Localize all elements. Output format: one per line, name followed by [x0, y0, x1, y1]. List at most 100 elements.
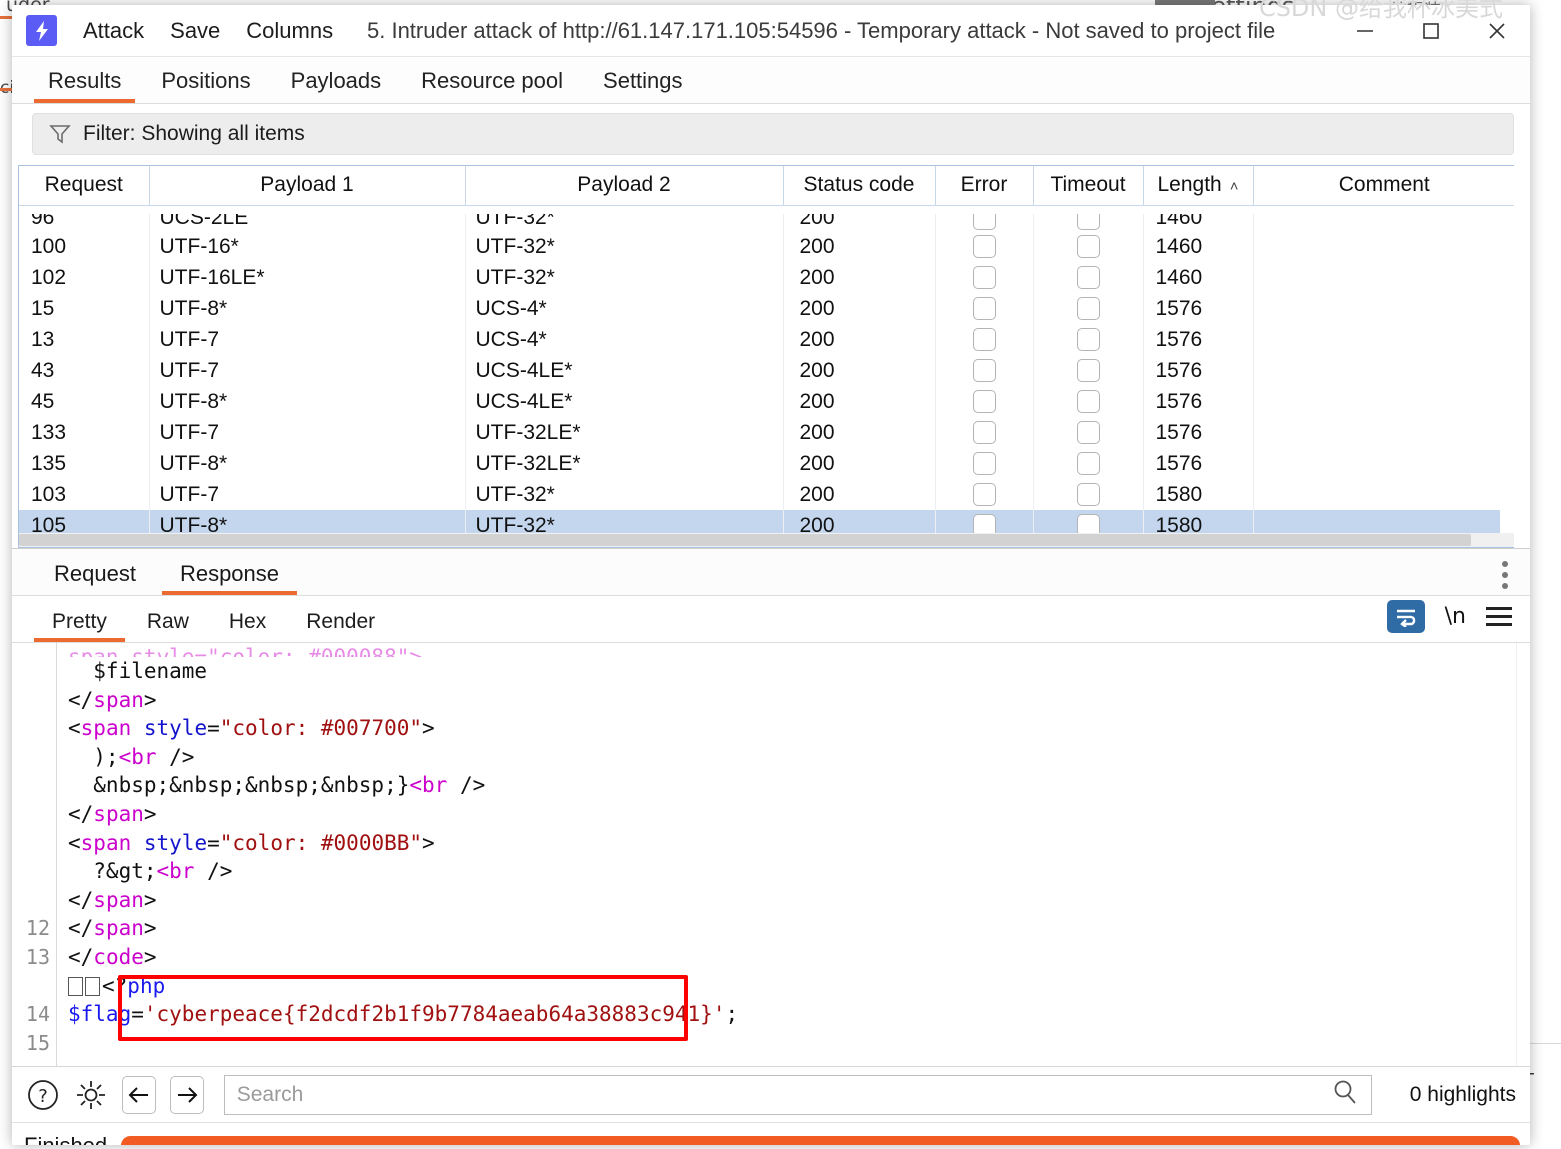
table-row[interactable]: 102 UTF-16LE* UTF-32* 200 1460 — [19, 262, 1514, 293]
cell-error[interactable] — [935, 324, 1034, 355]
tab-render[interactable]: Render — [286, 610, 395, 642]
tab-response[interactable]: Response — [158, 561, 301, 595]
col-timeout[interactable]: Timeout — [1033, 166, 1144, 206]
table-row[interactable]: 13 UTF-7 UCS-4* 200 1576 — [19, 324, 1514, 355]
cell-request: 45 — [19, 386, 150, 417]
cell-error[interactable] — [935, 355, 1034, 386]
error-checkbox[interactable] — [972, 421, 996, 445]
code-token: > — [422, 716, 435, 741]
col-comment[interactable]: Comment — [1253, 166, 1514, 206]
cell-length: 1576 — [1143, 355, 1254, 386]
cell-status-code: 200 — [783, 417, 936, 448]
line-number: 14 — [25, 1002, 50, 1027]
code-vertical-scrollbar[interactable] — [1516, 643, 1530, 1066]
error-checkbox[interactable] — [972, 297, 996, 321]
cell-error[interactable] — [935, 479, 1034, 510]
code-token: span — [93, 687, 144, 712]
cell-error[interactable] — [935, 386, 1034, 417]
menu-attack[interactable]: Attack — [83, 18, 144, 44]
table-row[interactable]: 45 UTF-8* UCS-4LE* 200 1576 — [19, 386, 1514, 417]
error-checkbox[interactable] — [972, 328, 996, 352]
cell-error[interactable] — [935, 262, 1034, 293]
arrow-right-icon[interactable] — [169, 1075, 204, 1114]
hamburger-menu-icon[interactable] — [1486, 607, 1512, 626]
code-token: > — [143, 687, 157, 712]
table-vertical-scrollbar[interactable] — [1500, 206, 1514, 533]
filter-bar[interactable]: Filter: Showing all items — [32, 113, 1514, 155]
tab-positions[interactable]: Positions — [141, 68, 270, 103]
code-token: < — [68, 830, 81, 855]
code-text: </code> — [68, 943, 157, 972]
help-icon[interactable]: ? — [26, 1076, 60, 1114]
cell-payload2: UCS-4* — [465, 293, 784, 324]
timeout-checkbox[interactable] — [1076, 483, 1100, 507]
timeout-checkbox[interactable] — [1076, 390, 1100, 414]
cell-timeout[interactable] — [1033, 479, 1144, 510]
menu-save[interactable]: Save — [170, 18, 220, 44]
cell-error[interactable] — [935, 448, 1034, 479]
cell-payload1: UTF-16* — [149, 231, 466, 262]
cell-error[interactable] — [935, 417, 1034, 448]
search-field[interactable] — [223, 1074, 1372, 1115]
timeout-checkbox[interactable] — [1076, 235, 1100, 259]
tab-payloads[interactable]: Payloads — [271, 68, 402, 103]
tab-results[interactable]: Results — [28, 68, 141, 103]
cell-timeout[interactable] — [1033, 262, 1144, 293]
cell-error[interactable] — [935, 293, 1034, 324]
table-row[interactable]: 103 UTF-7 UTF-32* 200 1580 — [19, 479, 1514, 510]
timeout-checkbox[interactable] — [1076, 328, 1100, 352]
code-token: span — [80, 830, 144, 855]
col-status-code[interactable]: Status code — [783, 166, 936, 206]
arrow-left-icon[interactable] — [122, 1075, 156, 1114]
cell-timeout[interactable] — [1033, 355, 1144, 386]
table-row[interactable]: 135 UTF-8* UTF-32LE* 200 1576 — [19, 448, 1514, 479]
word-wrap-icon[interactable] — [1386, 600, 1425, 633]
gear-icon[interactable] — [74, 1076, 108, 1114]
table-row[interactable]: 15 UTF-8* UCS-4* 200 1576 — [19, 293, 1514, 324]
timeout-checkbox[interactable] — [1076, 359, 1100, 383]
error-checkbox[interactable] — [972, 390, 996, 414]
error-checkbox[interactable] — [972, 452, 996, 476]
error-checkbox[interactable] — [972, 483, 996, 507]
timeout-checkbox[interactable] — [1076, 266, 1100, 290]
cell-timeout[interactable] — [1033, 231, 1144, 262]
cell-timeout[interactable] — [1033, 324, 1144, 355]
tab-settings[interactable]: Settings — [583, 68, 703, 103]
search-icon[interactable] — [1331, 1078, 1359, 1111]
col-payload2[interactable]: Payload 2 — [465, 166, 784, 206]
col-payload1[interactable]: Payload 1 — [149, 166, 466, 206]
table-row[interactable]: 100 UTF-16* UTF-32* 200 1460 — [19, 231, 1514, 262]
error-checkbox[interactable] — [972, 266, 996, 290]
kebab-menu-icon[interactable] — [1502, 561, 1508, 589]
search-input[interactable] — [236, 1082, 1331, 1107]
error-checkbox[interactable] — [972, 235, 996, 259]
tab-raw[interactable]: Raw — [127, 610, 209, 642]
table-row[interactable]: 133 UTF-7 UTF-32LE* 200 1576 — [19, 417, 1514, 448]
response-code-viewer[interactable]: span style="color: #000088"> $filename </… — [12, 643, 1530, 1066]
table-row[interactable]: 43 UTF-7 UCS-4LE* 200 1576 — [19, 355, 1514, 386]
tab-hex[interactable]: Hex — [209, 610, 286, 642]
cell-timeout[interactable] — [1033, 386, 1144, 417]
results-table-container[interactable]: Request Payload 1 Payload 2 Status code … — [18, 165, 1514, 548]
timeout-checkbox[interactable] — [1076, 421, 1100, 445]
error-checkbox[interactable] — [972, 359, 996, 383]
cell-timeout[interactable] — [1033, 448, 1144, 479]
code-text: </span> — [68, 686, 157, 715]
code-token: $flag — [68, 1002, 132, 1027]
hscroll-thumb[interactable] — [19, 534, 1471, 546]
col-length[interactable]: Length ˄ — [1143, 166, 1254, 206]
cell-error[interactable] — [935, 231, 1034, 262]
cell-timeout[interactable] — [1033, 293, 1144, 324]
col-request[interactable]: Request — [19, 166, 150, 206]
tab-pretty[interactable]: Pretty — [32, 610, 127, 642]
tab-request[interactable]: Request — [32, 561, 158, 595]
menu-columns[interactable]: Columns — [246, 18, 333, 44]
timeout-checkbox[interactable] — [1076, 297, 1100, 321]
tab-resource-pool[interactable]: Resource pool — [401, 68, 583, 103]
cell-timeout[interactable] — [1033, 417, 1144, 448]
timeout-checkbox[interactable] — [1076, 452, 1100, 476]
col-error[interactable]: Error — [935, 166, 1034, 206]
newline-toggle[interactable]: \n — [1445, 604, 1466, 629]
cell-length: 1576 — [1143, 293, 1254, 324]
table-horizontal-scrollbar[interactable] — [19, 533, 1514, 547]
